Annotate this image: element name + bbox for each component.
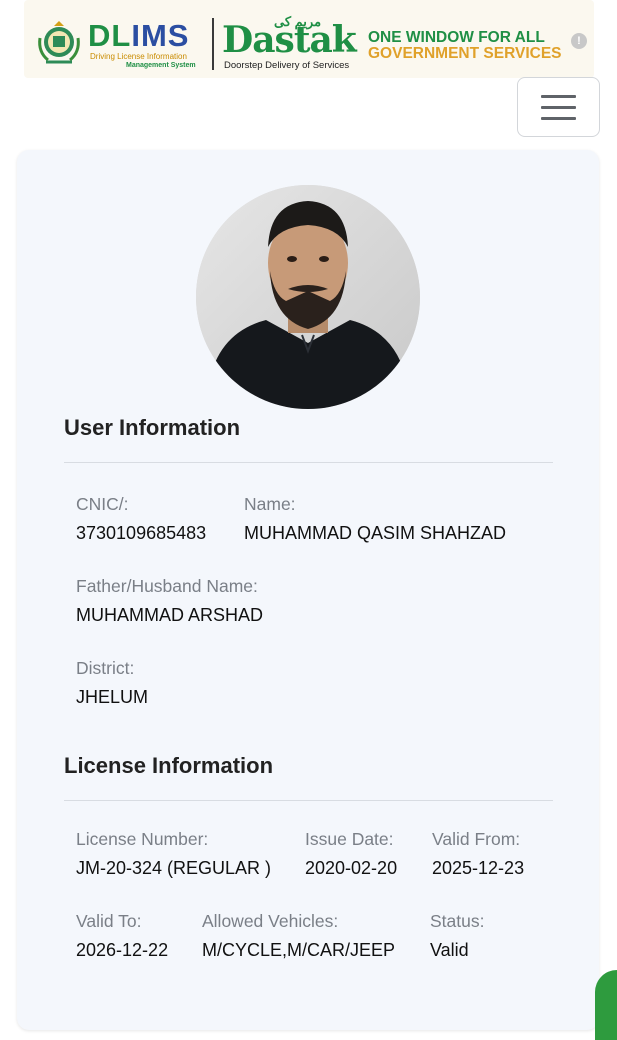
issue-date-value: 2020-02-20	[305, 858, 398, 878]
user-information-heading: User Information	[64, 415, 241, 440]
tagline-line-2: GOVERNMENT SERVICES	[368, 45, 562, 62]
logo-divider	[212, 18, 214, 70]
dlims-subtitle-2: Management System	[126, 62, 196, 69]
dlims-subtitle: Driving License Information	[90, 52, 187, 61]
license-information-heading: License Information	[64, 753, 274, 778]
section-divider	[64, 800, 553, 801]
father-husband-name-label: Father/Husband Name:	[76, 576, 258, 596]
license-number-label: License Number:	[76, 829, 209, 849]
allowed-vehicles-label: Allowed Vehicles:	[202, 911, 339, 931]
cnic-label: CNIC/:	[76, 494, 129, 514]
allowed-vehicles-value: M/CYCLE,M/CAR/JEEP	[202, 940, 396, 960]
status-label: Status:	[430, 911, 485, 931]
valid-from-label: Valid From:	[432, 829, 521, 849]
dlims-logo[interactable]: DLIMS Driving License Information Manage…	[34, 16, 214, 72]
user-avatar	[196, 185, 420, 409]
info-icon[interactable]: !	[571, 33, 587, 49]
floating-action-edge[interactable]	[595, 970, 617, 1040]
status-value: Valid	[430, 940, 469, 960]
dastak-logo[interactable]: مریم کی Dastak Doorstep Delivery of Serv…	[222, 14, 357, 72]
district-label: District:	[76, 658, 135, 678]
section-divider	[64, 462, 553, 463]
name-label: Name:	[244, 494, 296, 514]
district-value: JHELUM	[76, 687, 149, 707]
name-value: MUHAMMAD QASIM SHAHZAD	[244, 523, 507, 543]
license-number-value: JM-20-324 (REGULAR )	[76, 858, 272, 878]
issue-date-label: Issue Date:	[305, 829, 394, 849]
dastak-wordmark: Dastak	[222, 19, 357, 61]
punjab-emblem-icon	[38, 21, 80, 64]
valid-to-value: 2026-12-22	[76, 940, 169, 960]
user-photo	[196, 185, 420, 409]
dlims-wordmark: DLIMS	[88, 18, 190, 53]
father-husband-name-value: MUHAMMAD ARSHAD	[76, 605, 264, 625]
dastak-subtitle: Doorstep Delivery of Services	[224, 60, 350, 71]
valid-from-value: 2025-12-23	[432, 858, 525, 878]
cnic-value: 3730109685483	[76, 523, 207, 543]
hamburger-menu-button[interactable]	[517, 77, 600, 137]
valid-to-label: Valid To:	[76, 911, 142, 931]
